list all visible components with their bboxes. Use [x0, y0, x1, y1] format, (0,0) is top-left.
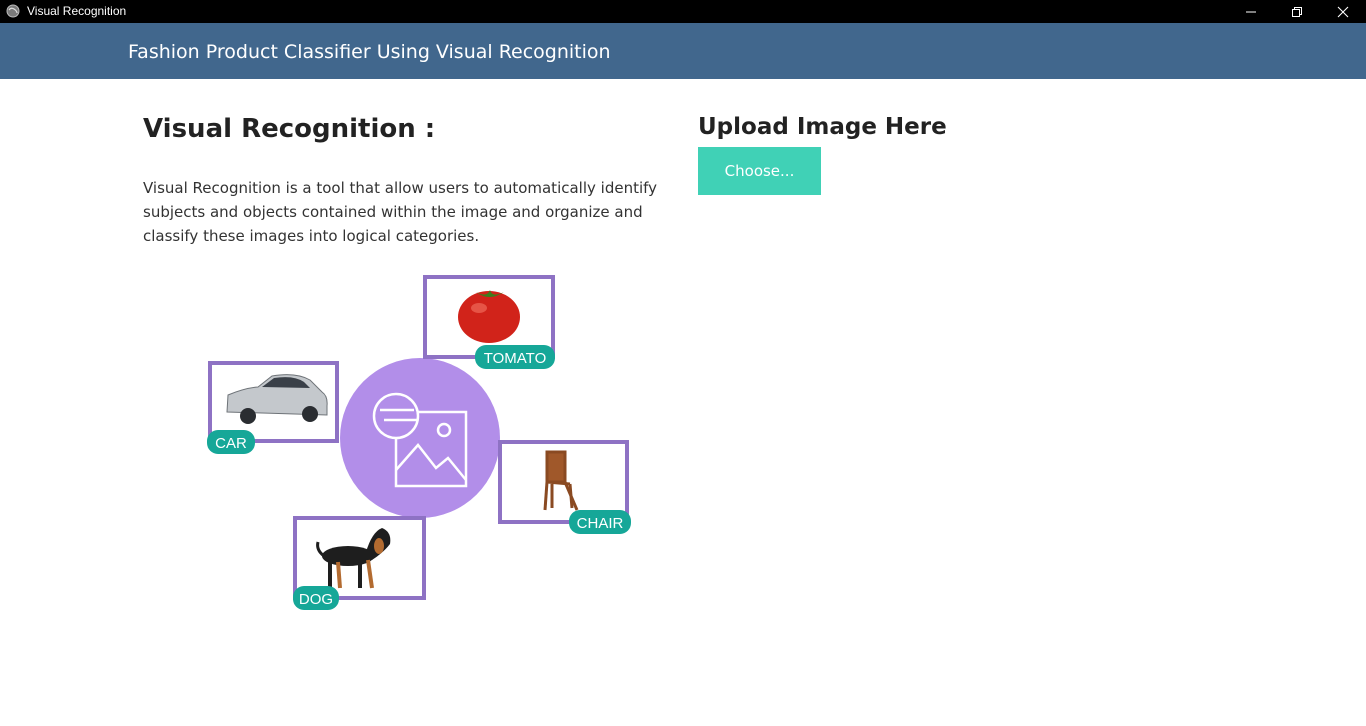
choose-file-button[interactable]: Choose...	[698, 147, 821, 195]
minimize-icon	[1246, 11, 1256, 13]
app-header-title: Fashion Product Classifier Using Visual …	[128, 41, 611, 63]
app-globe-icon	[6, 4, 20, 18]
window-title: Visual Recognition	[27, 4, 127, 18]
center-circle	[340, 358, 500, 518]
window-title-bar: Visual Recognition	[0, 0, 1366, 23]
dog-label: DOG	[299, 591, 333, 608]
restore-button[interactable]	[1274, 0, 1320, 23]
description-text: Visual Recognition is a tool that allow …	[143, 179, 658, 245]
minimize-button[interactable]	[1228, 0, 1274, 23]
car-label: CAR	[215, 435, 247, 452]
close-button[interactable]	[1320, 0, 1366, 23]
visual-recognition-illustration: TOMATO CAR CHAIR DOG	[207, 275, 631, 610]
dog-card: DOG	[293, 516, 426, 610]
tomato-label: TOMATO	[484, 350, 547, 367]
chair-card: CHAIR	[498, 440, 631, 534]
upload-heading: Upload Image Here	[698, 114, 947, 140]
chair-label: CHAIR	[577, 515, 624, 532]
app-header: Fashion Product Classifier Using Visual …	[0, 23, 1366, 79]
tomato-card: TOMATO	[423, 275, 555, 369]
restore-icon	[1292, 7, 1302, 17]
car-card: CAR	[207, 361, 339, 454]
page-title: Visual Recognition :	[143, 114, 436, 144]
close-icon	[1337, 6, 1349, 18]
